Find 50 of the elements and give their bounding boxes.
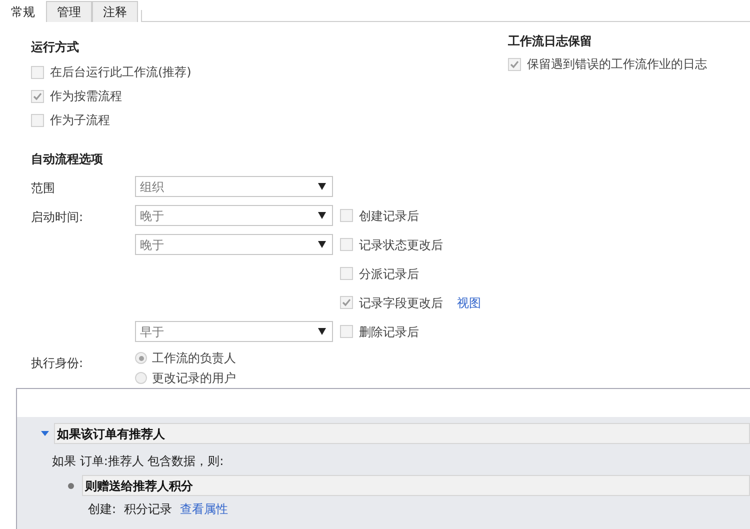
- checkbox-label: 删除记录后: [359, 324, 419, 340]
- checkbox-label: 创建记录后: [359, 208, 419, 224]
- field-label: 启动时间:: [31, 210, 84, 224]
- checkbox-label: 保留遇到错误的工作流作业的日志: [527, 56, 707, 73]
- condition-title: 如果该订单有推荐人: [54, 423, 750, 444]
- dropdown-arrow-icon: [318, 183, 326, 190]
- radio-button[interactable]: [135, 372, 147, 384]
- radio-label: 工作流的负责人: [152, 350, 236, 367]
- action-value: 积分记录: [124, 501, 172, 518]
- checkbox[interactable]: [340, 325, 353, 338]
- checkbox-label: 作为子流程: [50, 112, 110, 129]
- section-heading: 自动流程选项: [31, 151, 104, 168]
- checkmark-icon: [33, 92, 42, 100]
- field-label: 范围: [31, 180, 55, 194]
- checkbox[interactable]: [31, 114, 44, 126]
- checkbox[interactable]: [31, 66, 44, 78]
- tab[interactable]: 注释: [92, 1, 138, 22]
- condition-text: 如果 订单:推荐人 包含数据，则:: [52, 453, 225, 470]
- checkbox[interactable]: [340, 267, 353, 280]
- field-label: 执行身份:: [31, 356, 84, 370]
- tab[interactable]: 管理: [46, 1, 92, 22]
- checkbox-label: 作为按需流程: [50, 88, 122, 105]
- dropdown[interactable]: 晚于: [135, 234, 333, 255]
- dropdown-arrow-icon: [318, 328, 326, 335]
- dropdown[interactable]: 组织: [135, 176, 333, 197]
- checkbox[interactable]: [508, 58, 521, 70]
- checkbox[interactable]: [340, 296, 353, 309]
- section-heading: 运行方式: [31, 39, 80, 56]
- checkbox[interactable]: [340, 238, 353, 251]
- dropdown-arrow-icon: [318, 212, 326, 219]
- bullet-icon: [68, 482, 74, 488]
- action-title: 则赠送给推荐人积分: [82, 475, 750, 496]
- checkbox-label: 记录字段更改后: [359, 294, 443, 312]
- checkbox-label: 在后台运行此工作流(推荐): [50, 64, 192, 81]
- collapse-arrow-icon[interactable]: [41, 431, 49, 436]
- checkbox-label: 分派记录后: [359, 266, 419, 282]
- radio-button[interactable]: [135, 352, 147, 364]
- dropdown[interactable]: 早于: [135, 321, 333, 342]
- checkmark-icon: [342, 298, 351, 307]
- view-properties-link[interactable]: 查看属性: [180, 500, 228, 518]
- section-heading: 工作流日志保留: [508, 33, 593, 50]
- dropdown[interactable]: 晚于: [135, 205, 333, 226]
- radio-label: 更改记录的用户: [152, 370, 236, 387]
- checkmark-icon: [510, 60, 519, 68]
- dropdown-arrow-icon: [318, 241, 326, 248]
- view-link[interactable]: 视图: [457, 294, 481, 312]
- checkbox[interactable]: [31, 90, 44, 102]
- checkbox-label: 记录状态更改后: [359, 236, 443, 254]
- action-label: 创建:: [88, 501, 116, 518]
- checkbox[interactable]: [340, 209, 353, 222]
